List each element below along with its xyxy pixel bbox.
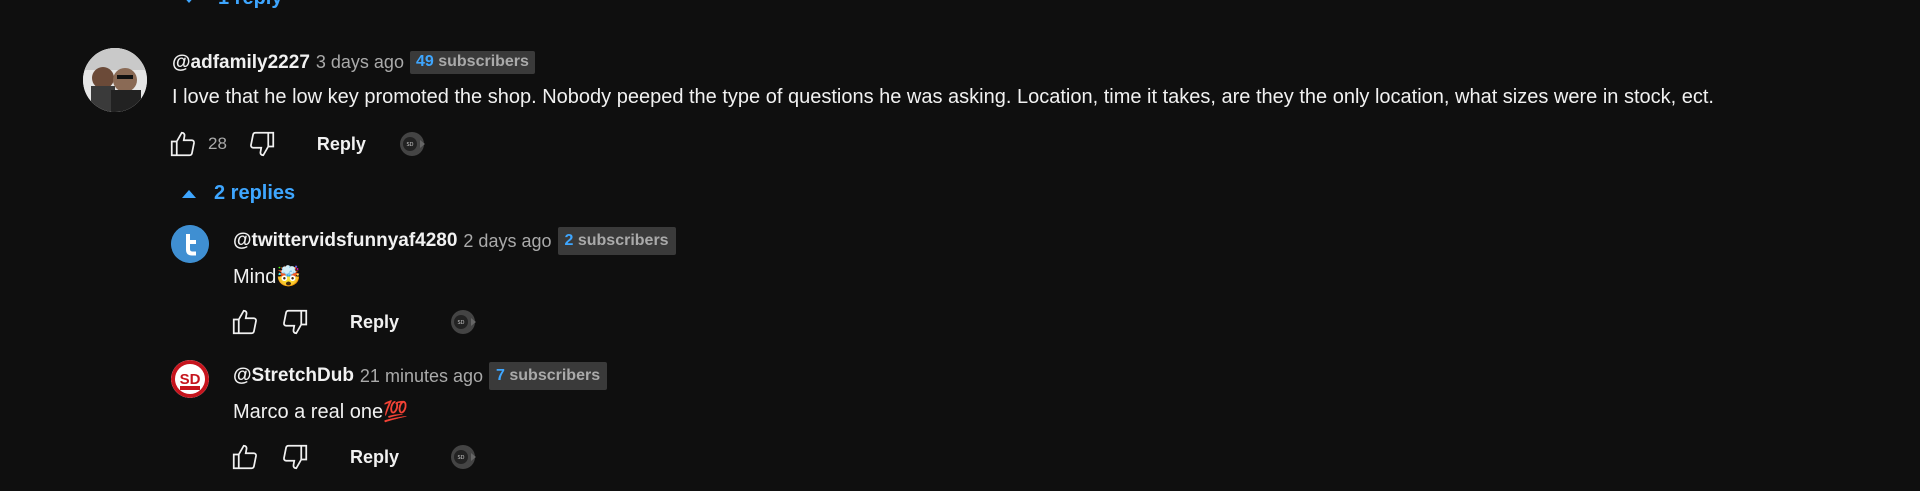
avatar[interactable]: SD — [171, 360, 209, 398]
chevron-down-icon — [182, 0, 196, 3]
thumbs-down-icon — [283, 309, 308, 335]
svg-text:SD: SD — [458, 320, 465, 326]
creator-heart-icon[interactable]: SD — [398, 129, 428, 159]
avatar[interactable] — [83, 48, 147, 112]
twitter-logo-icon — [171, 225, 209, 263]
reply-button[interactable]: Reply — [350, 447, 399, 468]
subscriber-label: subscribers — [438, 53, 529, 70]
subscriber-count: 7 — [496, 367, 505, 384]
subscriber-badge: 7 subscribers — [489, 362, 608, 390]
reply-actions: Reply SD — [230, 442, 479, 472]
previous-replies-label: 1 reply — [218, 0, 282, 10]
comment-actions: 28 Reply SD — [168, 129, 428, 159]
like-button[interactable] — [168, 129, 198, 159]
avatar-initials: SD — [180, 371, 201, 388]
previous-replies-toggle[interactable]: 1 reply — [182, 0, 282, 10]
reply-text-body: Marco a real one — [233, 401, 384, 423]
avatar-photo-icon — [83, 48, 147, 112]
dislike-button[interactable] — [280, 307, 310, 337]
channel-badge-icon: SD — [451, 445, 477, 469]
like-count: 28 — [208, 134, 227, 153]
dislike-button[interactable] — [280, 442, 310, 472]
thumbs-down-icon — [283, 444, 308, 470]
reply-time[interactable]: 2 days ago — [463, 231, 551, 252]
hundred-points-emoji-icon: 💯 — [383, 401, 408, 423]
reply-author[interactable]: @twittervidsfunnyaf4280 — [233, 230, 457, 252]
subscriber-count: 2 — [564, 232, 574, 249]
channel-badge-icon: SD — [399, 132, 425, 156]
subscriber-count: 49 — [415, 53, 434, 70]
thumbs-up-icon — [232, 444, 257, 470]
subscriber-label: subscribers — [509, 367, 601, 384]
channel-badge-icon: SD — [451, 310, 477, 334]
reply-header: @StretchDub 21 minutes ago 7 subscribers — [233, 362, 608, 390]
reply-text: Mind🤯 — [233, 264, 301, 289]
thumbs-up-icon — [232, 309, 257, 335]
replies-toggle-label: 2 replies — [214, 182, 296, 204]
comment-author[interactable]: @adfamily2227 — [172, 52, 310, 74]
svg-text:SD: SD — [458, 455, 465, 461]
subscriber-label: subscribers — [577, 232, 669, 249]
avatar[interactable] — [171, 225, 209, 263]
reply-time[interactable]: 21 minutes ago — [360, 366, 483, 387]
stretchdub-logo-icon: SD — [171, 360, 209, 398]
reply-button[interactable]: Reply — [317, 134, 366, 155]
creator-heart-icon[interactable]: SD — [449, 442, 479, 472]
thumbs-up-icon — [170, 131, 195, 157]
reply-text: Marco a real one💯 — [233, 399, 408, 424]
comment-text: I love that he low key promoted the shop… — [172, 86, 1714, 108]
like-button[interactable] — [230, 442, 260, 472]
reply-actions: Reply SD — [230, 307, 479, 337]
creator-heart-icon[interactable]: SD — [449, 307, 479, 337]
reply-text-body: Mind — [233, 266, 277, 288]
subscriber-badge: 2 subscribers — [557, 227, 676, 255]
reply-button[interactable]: Reply — [350, 312, 399, 333]
reply-header: @twittervidsfunnyaf4280 2 days ago 2 sub… — [233, 227, 676, 255]
svg-text:SD: SD — [406, 142, 413, 148]
chevron-up-icon — [182, 189, 196, 198]
thumbs-down-icon — [250, 131, 275, 157]
mind-blown-emoji-icon: 🤯 — [276, 266, 302, 288]
comments-section: 1 reply @adfamily2227 3 days ago 49 subs… — [0, 0, 1920, 491]
subscriber-badge: 49 subscribers — [409, 51, 535, 74]
reply-author[interactable]: @StretchDub — [233, 365, 354, 387]
like-button[interactable] — [230, 307, 260, 337]
comment-header: @adfamily2227 3 days ago 49 subscribers — [172, 51, 535, 74]
comment-time[interactable]: 3 days ago — [316, 52, 404, 73]
replies-toggle[interactable]: 2 replies — [182, 182, 295, 205]
dislike-button[interactable] — [247, 129, 277, 159]
